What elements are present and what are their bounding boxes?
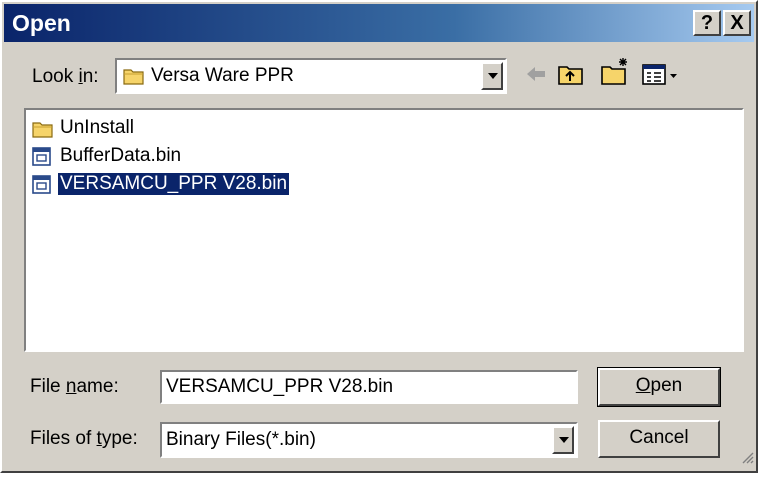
file-type-combo[interactable]: Binary Files(*.bin): [160, 422, 578, 458]
window-title: Open: [12, 10, 71, 36]
file-icon: [32, 175, 52, 201]
file-name: VERSAMCU_PPR V28.bin: [56, 172, 291, 196]
view-menu-icon[interactable]: [642, 64, 680, 91]
look-in-combo[interactable]: Versa Ware PPR: [115, 58, 507, 94]
folder-icon: [32, 119, 54, 145]
open-button[interactable]: Open: [597, 367, 721, 407]
file-name-label: File name:: [30, 376, 119, 397]
file-name-input[interactable]: VERSAMCU_PPR V28.bin: [160, 370, 578, 404]
file-type-dropdown-button[interactable]: [552, 426, 574, 454]
close-button[interactable]: X: [723, 10, 751, 36]
folder-icon: [123, 66, 145, 91]
file-name: BufferData.bin: [60, 145, 182, 166]
open-dialog: Open ? X Look in: Versa Ware PPR UnInsta…: [0, 0, 758, 473]
new-folder-icon[interactable]: [601, 56, 631, 91]
up-folder-icon[interactable]: [558, 62, 584, 91]
file-name: UnInstall: [60, 117, 134, 138]
file-type-value: Binary Files(*.bin): [166, 429, 316, 450]
cancel-button[interactable]: Cancel: [598, 420, 720, 458]
look-in-value: Versa Ware PPR: [151, 65, 294, 86]
back-arrow-icon[interactable]: [525, 64, 547, 89]
resize-grip-icon[interactable]: [740, 450, 754, 469]
look-in-label: Look in:: [32, 66, 99, 87]
file-icon: [32, 147, 52, 173]
look-in-dropdown-button[interactable]: [481, 62, 503, 90]
file-list[interactable]: UnInstall BufferData.bin VERSAMCU_PPR V2…: [24, 108, 744, 352]
help-button[interactable]: ?: [693, 10, 721, 36]
file-name-value: VERSAMCU_PPR V28.bin: [166, 376, 394, 397]
title-bar[interactable]: Open ? X: [4, 4, 754, 42]
file-type-label: Files of type:: [30, 428, 138, 449]
